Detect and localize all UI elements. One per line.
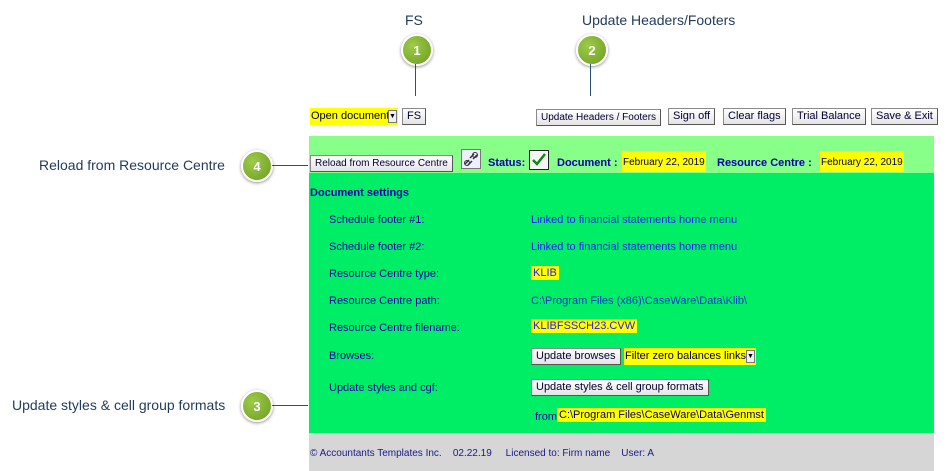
settings-label-resource-centre-type: Resource Centre type:	[329, 268, 440, 280]
update-styles-button[interactable]: Update styles & cell group formats	[531, 379, 709, 396]
callout-label-reload: Reload from Resource Centre	[39, 157, 225, 173]
clear-flags-button[interactable]: Clear flags	[723, 108, 786, 125]
footer-user: User: A	[621, 448, 655, 459]
link-icon[interactable]	[461, 149, 481, 169]
settings-value-resource-centre-type: KLIB	[531, 266, 559, 280]
update-headers-footers-button[interactable]: Update Headers / Footers	[536, 109, 662, 126]
settings-label-resource-centre-filename: Resource Centre filename:	[329, 322, 460, 334]
settings-label-schedule-footer-2: Schedule footer #2:	[329, 241, 425, 253]
footer-version: 02.22.19	[452, 448, 492, 459]
filter-zero-balances-dropdown[interactable]: Filter zero balances links ▼	[624, 348, 756, 365]
callout-line-2	[590, 64, 591, 96]
settings-label-resource-centre-path: Resource Centre path:	[329, 295, 440, 307]
trial-balance-button[interactable]: Trial Balance	[792, 108, 866, 125]
chevron-down-icon[interactable]: ▼	[746, 350, 755, 363]
callout-badge-3: 3	[241, 390, 273, 422]
settings-value-schedule-footer-1: Linked to financial statements home menu	[531, 214, 738, 226]
callout-line-1	[415, 64, 416, 96]
fs-button[interactable]: FS	[402, 108, 427, 125]
save-exit-button[interactable]: Save & Exit	[871, 108, 938, 125]
callout-line-3	[272, 405, 308, 406]
footer-copyright: © Accountants Templates Inc.	[310, 448, 442, 459]
resource-centre-date: February 22, 2019	[820, 151, 904, 172]
settings-label-schedule-footer-1: Schedule footer #1:	[329, 214, 425, 226]
checkbox-icon[interactable]	[529, 150, 549, 170]
document-label: Document :	[557, 157, 618, 169]
callout-label-update-styles: Update styles & cell group formats	[12, 397, 226, 413]
callout-label-fs: FS	[405, 12, 423, 28]
settings-label-update-styles: Update styles and cgf:	[329, 382, 438, 394]
settings-label-browses: Browses:	[329, 350, 375, 362]
status-label: Status:	[488, 157, 526, 169]
callout-badge-2: 2	[576, 34, 608, 66]
footer-info: © Accountants Templates Inc. 02.22.19 Li…	[310, 448, 654, 459]
callout-line-4	[272, 165, 308, 166]
settings-value-resource-centre-path: C:\Program Files (x86)\CaseWare\Data\Kli…	[531, 295, 747, 307]
from-path: C:\Program Files\CaseWare\Data\Genmst	[557, 408, 766, 422]
document-settings-title: Document settings	[310, 187, 410, 199]
callout-badge-1: 1	[401, 34, 433, 66]
settings-value-schedule-footer-2: Linked to financial statements home menu	[531, 241, 738, 253]
settings-value-resource-centre-filename: KLIBFSSCH23.CVW	[531, 319, 638, 333]
update-browses-button[interactable]: Update browses	[531, 348, 621, 365]
sign-off-button[interactable]: Sign off	[668, 108, 716, 125]
reload-resource-centre-button[interactable]: Reload from Resource Centre	[310, 155, 453, 172]
callout-badge-4: 4	[241, 150, 273, 182]
resource-centre-label: Resource Centre :	[717, 157, 812, 169]
filter-zero-balances-label: Filter zero balances links	[625, 350, 747, 362]
chevron-down-icon[interactable]: ▼	[388, 110, 397, 123]
callout-label-update-headers: Update Headers/Footers	[582, 12, 736, 28]
footer-licensed: Licensed to: Firm name	[505, 448, 611, 459]
open-document-label: Open document	[311, 110, 390, 122]
open-document-dropdown[interactable]: Open document ▼	[310, 108, 398, 125]
document-date: February 22, 2019	[622, 151, 706, 172]
